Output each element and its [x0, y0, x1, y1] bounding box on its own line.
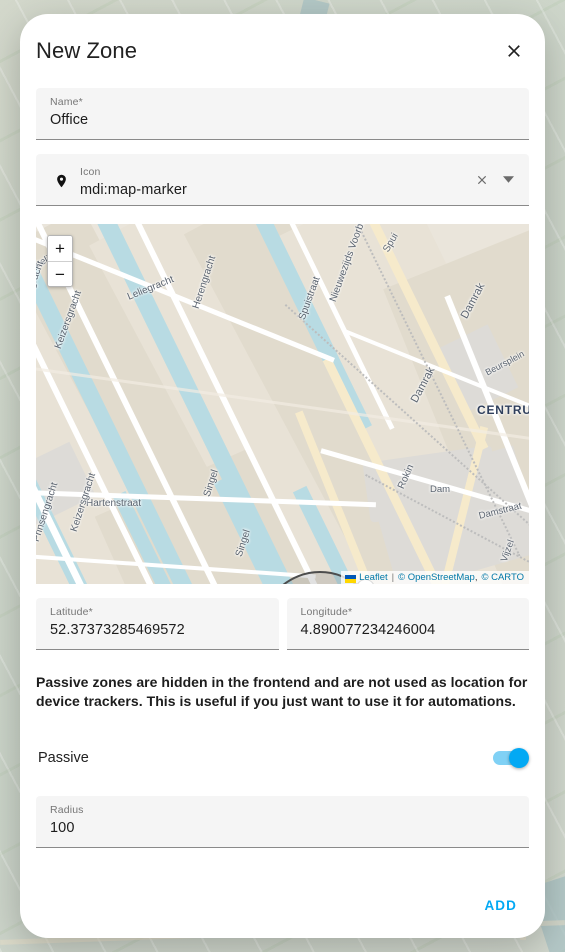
icon-field-label: Icon	[80, 165, 101, 178]
ukraine-flag-icon	[345, 574, 357, 583]
latitude-field-label: Latitude*	[50, 606, 93, 618]
coordinates-row: Latitude* 52.37373285469572 Longitude* 4…	[36, 598, 529, 650]
openstreetmap-link[interactable]: © OpenStreetMap	[398, 572, 475, 583]
passive-toggle[interactable]	[493, 748, 529, 768]
icon-field-actions	[469, 167, 521, 193]
name-field-label: Name*	[50, 96, 83, 108]
radius-field-value: 100	[50, 820, 75, 836]
map-zoom-controls: + −	[47, 235, 73, 287]
page-title: New Zone	[36, 38, 138, 63]
dialog-footer: ADD	[20, 872, 545, 938]
zoom-out-button[interactable]: −	[48, 261, 72, 286]
radius-wrap: Radius 100	[36, 796, 529, 848]
icon-field-value: mdi:map-marker	[80, 181, 187, 198]
passive-row: Passive	[36, 748, 529, 768]
close-icon[interactable]	[497, 34, 531, 68]
radius-field[interactable]: Radius 100	[36, 796, 529, 848]
icon-field[interactable]: Icon mdi:map-marker	[36, 154, 529, 206]
new-zone-dialog: New Zone Name* Office Icon mdi:map-marke…	[20, 14, 545, 938]
chevron-down-icon[interactable]	[497, 168, 519, 192]
attrib-comma: ,	[474, 572, 478, 583]
latitude-field-value: 52.37373285469572	[50, 622, 185, 638]
carto-link[interactable]: © CARTO	[481, 572, 524, 583]
longitude-field[interactable]: Longitude* 4.890077234246004	[286, 598, 529, 650]
passive-description: Passive zones are hidden in the frontend…	[36, 674, 528, 709]
name-field[interactable]: Name* Office	[36, 88, 529, 140]
latitude-field[interactable]: Latitude* 52.37373285469572	[36, 598, 279, 650]
zone-map[interactable]: LelieLeliegrachtHerengrachtKeizersgracht…	[36, 224, 529, 584]
name-field-value: Office	[50, 112, 89, 128]
icon-field-texts: Icon mdi:map-marker	[80, 159, 469, 201]
radius-field-label: Radius	[50, 804, 84, 816]
passive-toggle-thumb	[509, 748, 529, 768]
longitude-field-label: Longitude*	[300, 606, 353, 618]
map-canvas: LelieLeliegrachtHerengrachtKeizersgracht…	[36, 224, 529, 584]
map-attribution: Leaflet | © OpenStreetMap , © CARTO	[341, 571, 529, 584]
dialog-body: Name* Office Icon mdi:map-marker Leliegr…	[20, 88, 545, 848]
attrib-separator: |	[391, 572, 395, 583]
passive-label: Passive	[38, 750, 89, 766]
add-button[interactable]: ADD	[478, 890, 523, 921]
map-marker-icon	[48, 171, 74, 191]
clear-icon[interactable]	[469, 167, 495, 193]
zoom-in-button[interactable]: +	[48, 236, 72, 261]
leaflet-link[interactable]: Leaflet	[359, 572, 388, 583]
longitude-field-value: 4.890077234246004	[300, 622, 436, 638]
dialog-header: New Zone	[20, 14, 545, 88]
